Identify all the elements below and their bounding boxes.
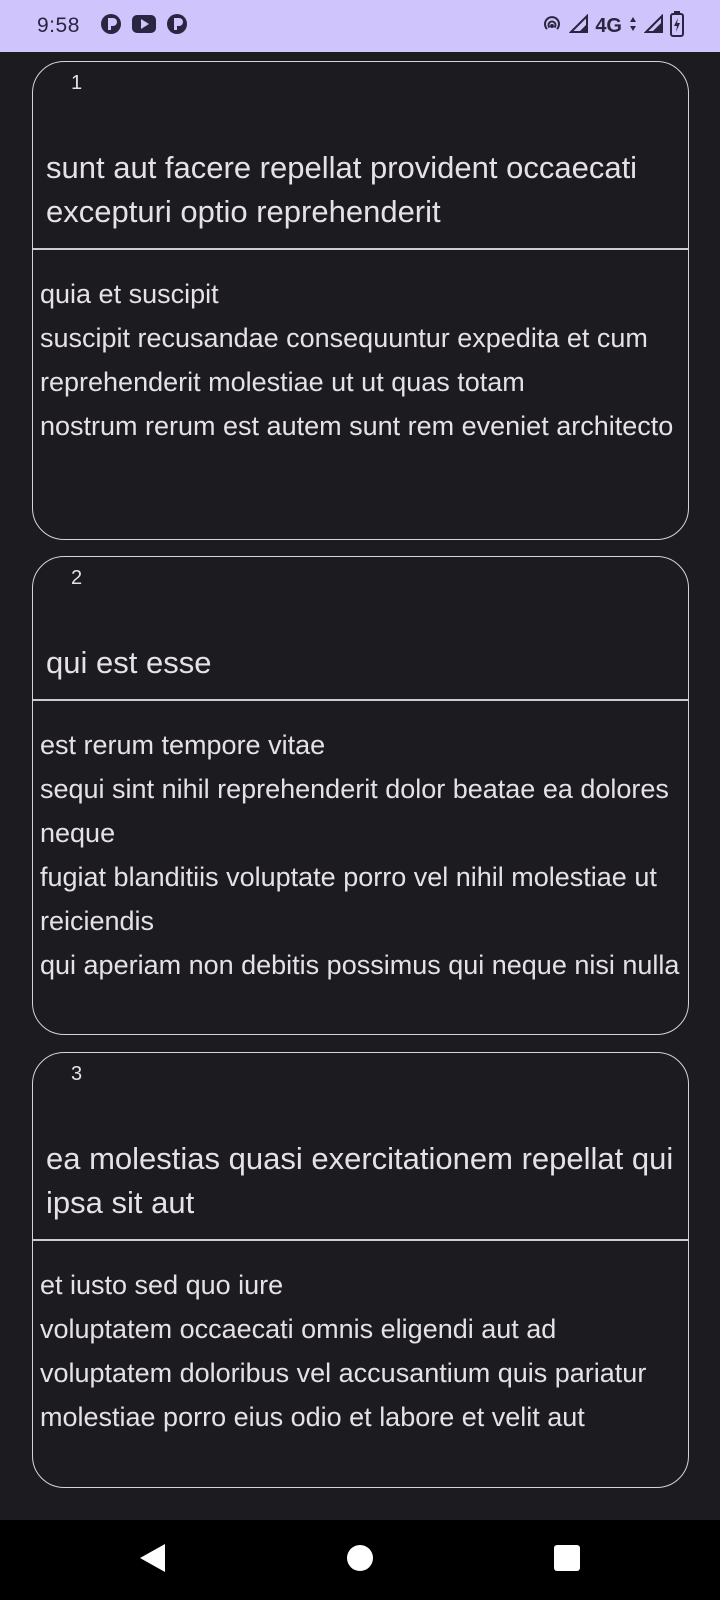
app-notification-icon — [100, 13, 122, 40]
card-divider — [33, 699, 688, 701]
system-icons: 4G — [541, 10, 684, 42]
status-bar: 9:58 4G — [0, 0, 720, 52]
recents-button[interactable] — [527, 1520, 607, 1600]
card-divider — [33, 1239, 688, 1241]
recents-icon — [553, 1544, 581, 1577]
post-card[interactable]: 2 qui est esse est rerum tempore vitae s… — [32, 556, 689, 1035]
battery-charging-icon — [670, 10, 684, 42]
post-title: ea molestias quasi exercitationem repell… — [46, 1141, 674, 1220]
post-title: sunt aut facere repellat provident occae… — [46, 150, 638, 229]
post-id: 2 — [71, 567, 83, 589]
signal-icon — [643, 13, 664, 39]
post-body: est rerum tempore vitae sequi sint nihil… — [40, 730, 680, 980]
app-notification-icon — [166, 13, 188, 40]
post-body: quia et suscipit suscipit recusandae con… — [40, 279, 674, 441]
post-id: 1 — [71, 72, 83, 94]
post-list[interactable]: 1 sunt aut facere repellat provident occ… — [0, 52, 720, 1520]
post-id: 3 — [71, 1063, 83, 1085]
notification-icons — [100, 13, 188, 40]
home-icon — [346, 1544, 374, 1577]
youtube-icon — [131, 14, 156, 38]
back-icon — [137, 1542, 167, 1579]
card-divider — [33, 248, 688, 250]
post-body: et iusto sed quo iure voluptatem occaeca… — [40, 1270, 647, 1432]
network-type: 4G — [595, 14, 622, 37]
back-button[interactable] — [112, 1520, 192, 1600]
hotspot-icon — [541, 13, 563, 40]
navigation-bar — [0, 1520, 720, 1600]
status-time: 9:58 — [37, 14, 80, 37]
post-card[interactable]: 3 ea molestias quasi exercitationem repe… — [32, 1052, 689, 1488]
data-arrows-icon — [628, 14, 638, 39]
home-button[interactable] — [320, 1520, 400, 1600]
post-title: qui est esse — [46, 645, 212, 680]
signal-icon — [568, 13, 589, 39]
post-card[interactable]: 1 sunt aut facere repellat provident occ… — [32, 61, 689, 540]
